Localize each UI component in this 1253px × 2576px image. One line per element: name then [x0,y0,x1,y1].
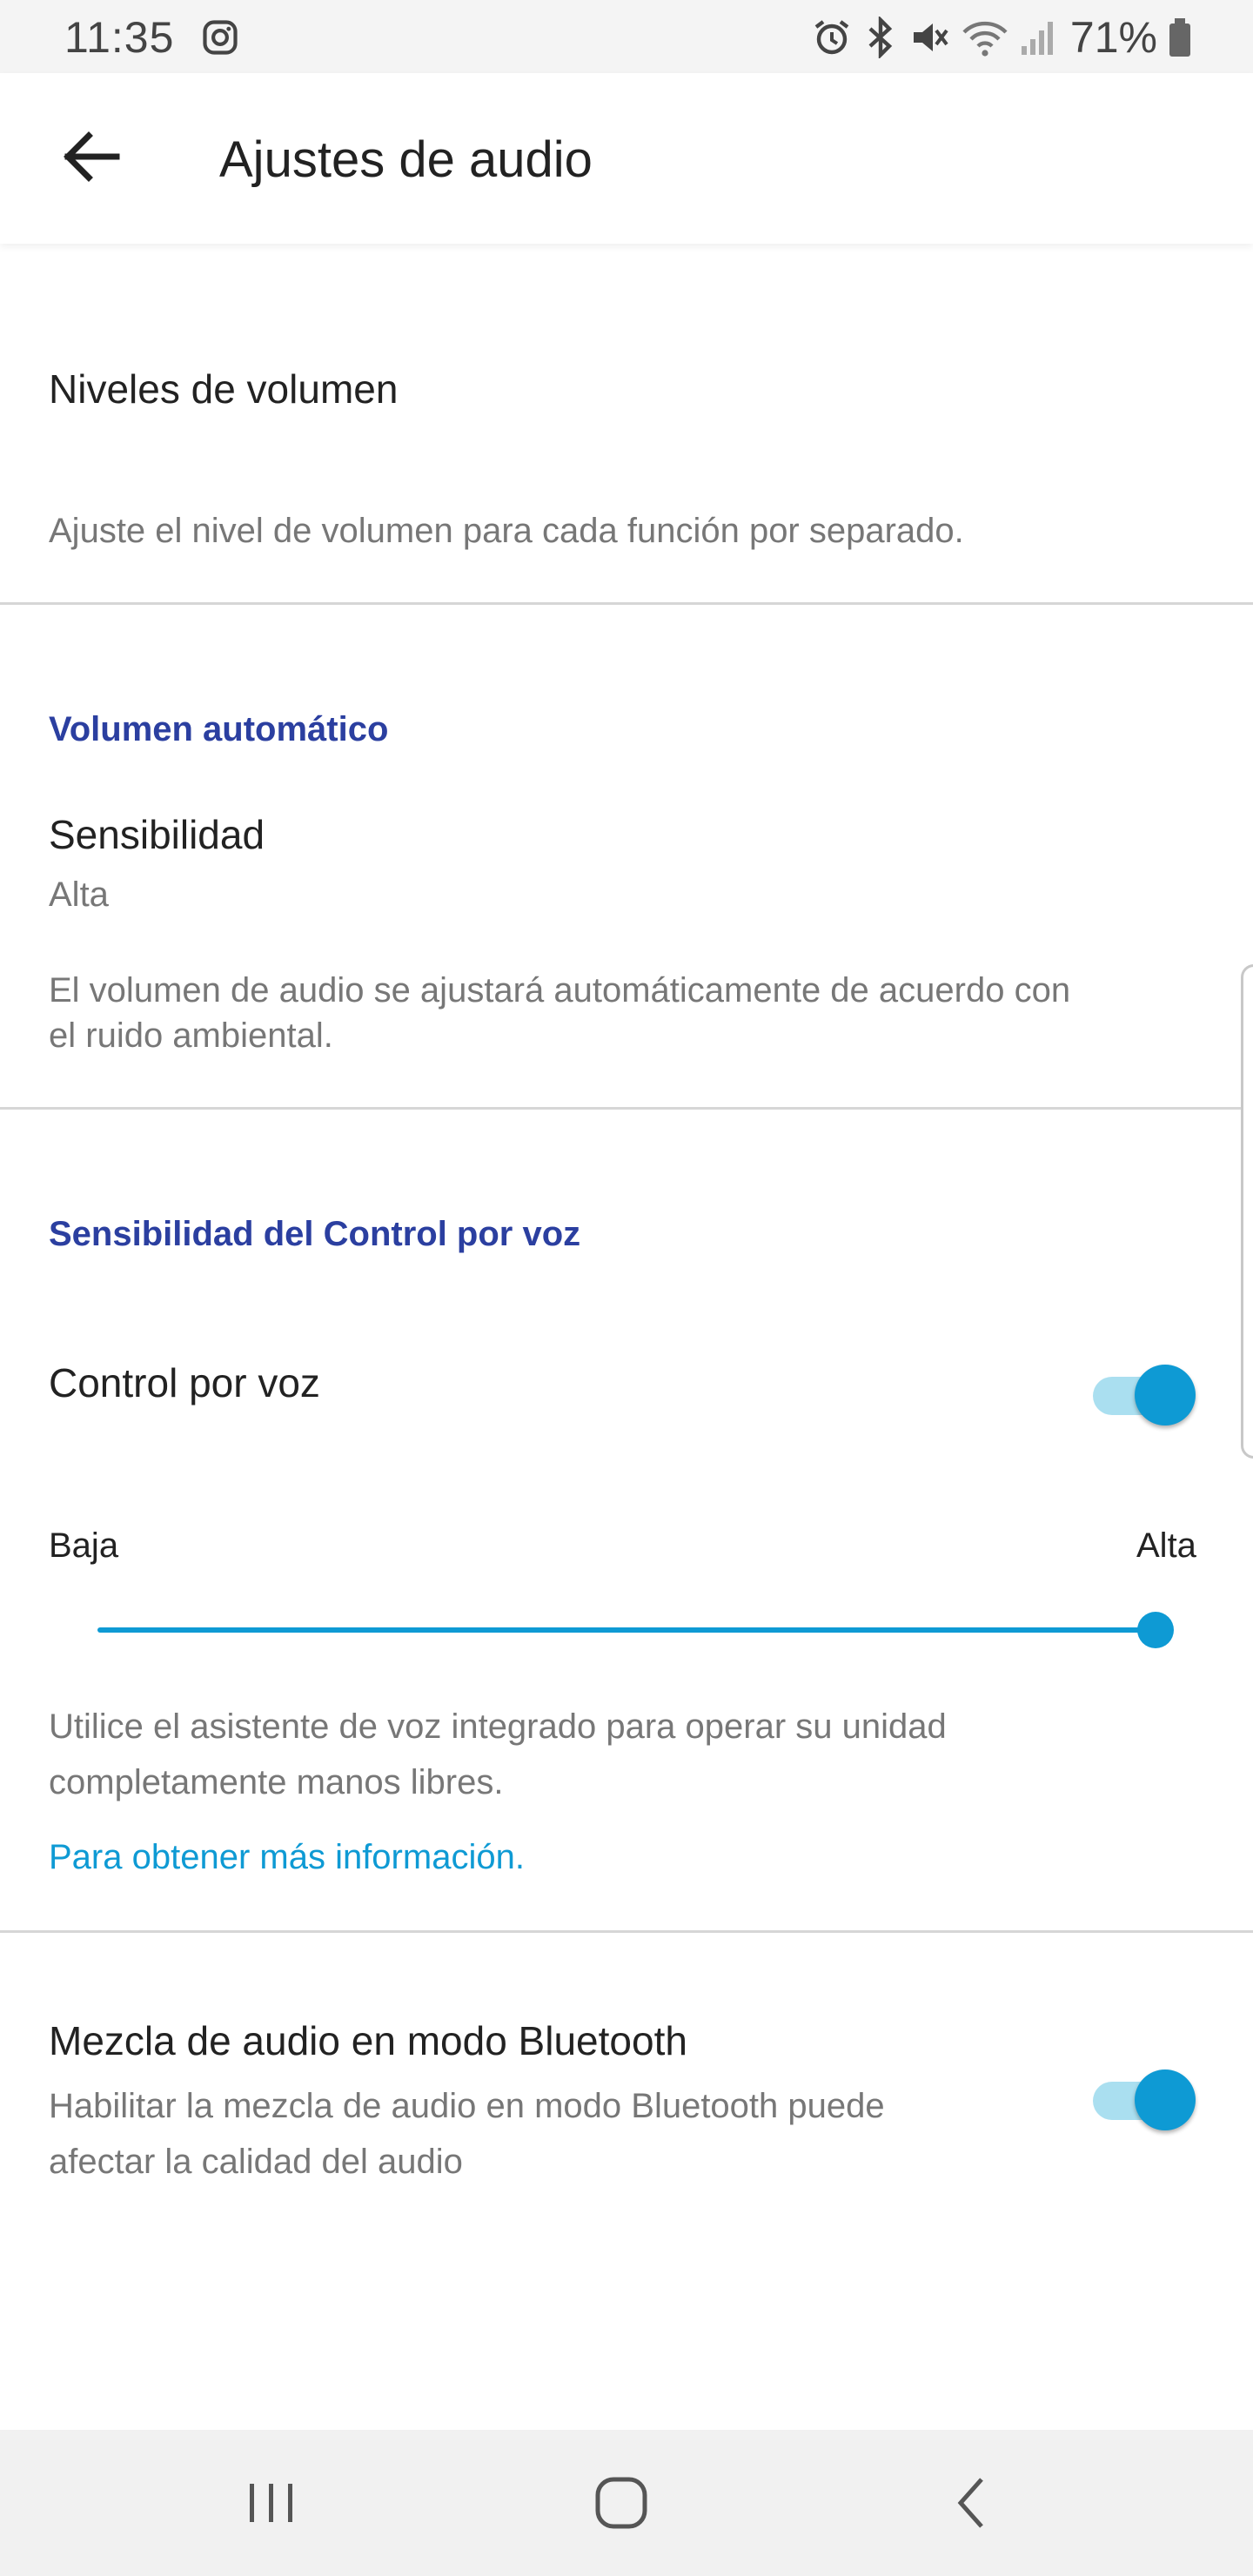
slider-max-label: Alta [1136,1526,1196,1565]
more-info-link[interactable]: Para obtener más información. [49,1838,525,1877]
volume-levels-title: Niveles de volumen [49,366,399,412]
arrow-left-icon [64,131,120,182]
signal-icon [1021,22,1053,55]
instagram-icon [203,20,238,55]
divider [0,1930,1253,1933]
page-title: Ajustes de audio [219,131,593,188]
sensitivity-value: Alta [49,875,109,914]
navigation-bar [0,2430,1253,2576]
voice-control-heading: Sensibilidad del Control por voz [49,1215,581,1253]
sensitivity-label: Sensibilidad [49,812,265,857]
status-bar: 11:35 71% [0,0,1253,73]
volume-levels-description: Ajuste el nivel de volumen para cada fun… [49,512,964,550]
app-bar: Ajustes de audio [0,73,1253,244]
toggle-thumb [1135,2070,1196,2130]
voice-control-label: Control por voz [49,1360,320,1405]
voice-control-description-line1: Utilice el asistente de voz integrado pa… [49,1707,947,1746]
battery-percent: 71% [1069,13,1157,62]
status-icons: 71% [811,12,1192,63]
wifi-icon [962,21,1008,57]
alarm-icon [814,20,849,55]
home-icon [595,2477,647,2529]
battery-icon [1169,18,1190,57]
voice-control-description-line2: completamente manos libres. [49,1763,504,1801]
status-time: 11:35 [64,13,175,62]
back-button[interactable] [49,113,136,200]
recent-apps-button[interactable] [219,2459,324,2546]
home-button[interactable] [569,2459,673,2546]
back-icon [957,2478,983,2528]
bluetooth-mix-description-line2: afectar la calidad del audio [49,2143,463,2181]
auto-volume-description-line2: el ruido ambiental. [49,1016,333,1055]
volume-levels-item[interactable]: Niveles de volumen Ajuste el nivel de vo… [0,244,1253,602]
bluetooth-mix-toggle[interactable] [1086,2061,1199,2130]
sensitivity-item[interactable]: Sensibilidad Alta [0,783,1218,922]
nav-back-button[interactable] [921,2459,1025,2546]
voice-control-toggle[interactable] [1086,1356,1199,1426]
sensitivity-slider-thumb[interactable] [1137,1612,1174,1648]
bluetooth-mix-title: Mezcla de audio en modo Bluetooth [49,2018,687,2063]
bluetooth-mix-description-line1: Habilitar la mezcla de audio en modo Blu… [49,2087,885,2125]
edge-panel-handle[interactable] [1241,964,1253,1459]
slider-min-label: Baja [49,1526,119,1565]
recent-apps-icon [250,2484,292,2522]
divider [0,1107,1253,1110]
divider [0,602,1253,605]
sensitivity-slider-track[interactable] [97,1627,1156,1633]
bluetooth-icon [868,17,893,58]
toggle-thumb [1135,1365,1196,1426]
auto-volume-heading: Volumen automático [49,710,389,748]
mute-icon [913,23,948,51]
